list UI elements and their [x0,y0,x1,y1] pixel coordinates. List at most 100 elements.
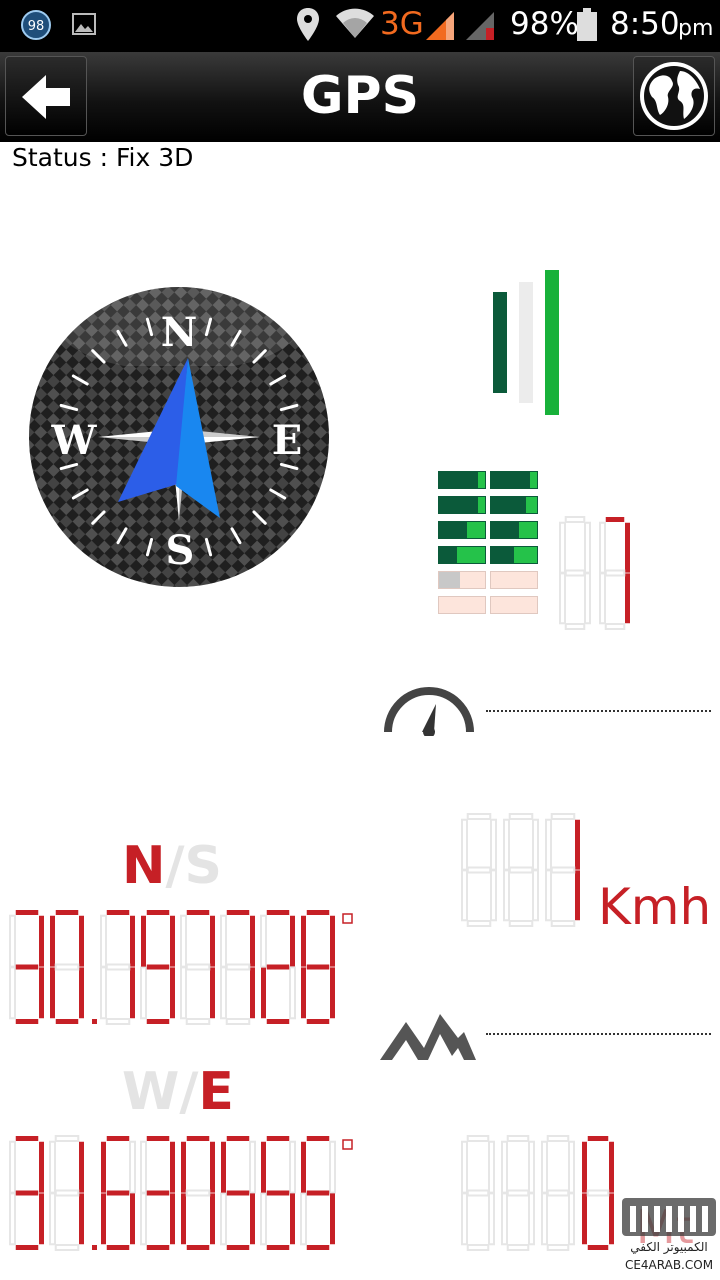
segment-lit [582,1141,587,1193]
compass-south-label: S [166,527,195,574]
notification-badge-icon: 98 [21,10,51,40]
segment-unlit [140,1192,147,1246]
segment-unlit [508,813,534,820]
satellite-signal-cell [490,521,538,539]
latitude-hemisphere: N/S [122,836,222,896]
segment-lit [625,573,630,624]
satellite-signal-cell [490,596,538,614]
segment-lit [39,1141,44,1193]
segment-unlit [604,569,626,577]
segment-lit [79,1193,84,1245]
segment-lit [55,910,79,915]
segment-lit [301,967,306,1019]
segment-unlit [49,1140,56,1194]
segment-unlit [289,966,296,1020]
segment-unlit [461,1192,468,1246]
segment-lit [582,1193,587,1245]
segment-lit [39,915,44,967]
segment-unlit [586,1189,610,1197]
segment-unlit [9,1140,16,1194]
segment-unlit [461,1140,468,1194]
segment-unlit [100,914,107,968]
segment-lit [130,967,135,1019]
segment-lit [39,967,44,1019]
signal-bar-1 [493,292,507,393]
segment-unlit [461,818,468,871]
segment-lit [186,1136,210,1141]
segment-unlit [260,914,267,968]
segment-lit [170,967,175,1019]
degree-symbol [342,913,353,924]
signal-bar-2 [519,282,533,403]
status-label: Status : [12,143,109,172]
segment-lit [625,522,630,573]
segment-lit [250,915,255,967]
segment-lit [15,1245,39,1250]
segment-lit [15,1190,39,1196]
segment-unlit [559,521,566,574]
segment-lit [146,1190,170,1196]
segment-unlit [506,1135,530,1142]
speedometer-icon [384,687,474,736]
segment-lit [605,517,625,522]
segment-unlit [140,966,147,1020]
segment-unlit [545,869,552,922]
segment-unlit [599,572,606,625]
segment-lit [146,964,170,970]
signal-strength-icon [426,12,454,40]
page-title: GPS [300,66,420,126]
segment-lit [226,1190,250,1196]
segment-unlit [180,966,187,1020]
segment-lit [575,819,580,870]
compass-dial: N S W E [29,286,329,587]
segment-lit [79,1141,84,1193]
segment-unlit [185,963,211,971]
segment-unlit [54,1189,80,1197]
segment-lit [146,1136,170,1141]
segment-lit [15,964,39,970]
latitude-active-hemisphere: N [122,836,166,896]
segment-lit [106,1136,130,1141]
segment-unlit [546,1135,570,1142]
satellite-signal-cell [490,471,538,489]
segment-unlit [506,1189,530,1197]
segment-unlit [220,966,227,1020]
segment-lit [210,1141,215,1193]
segment-lit [330,1193,335,1245]
segment-unlit [559,572,566,625]
segment-lit [146,1245,170,1250]
segment-lit [39,1193,44,1245]
segment-unlit [466,1244,490,1251]
segment-lit [226,1245,250,1250]
segment-unlit [604,623,626,630]
clock-suffix: pm [678,16,714,41]
wifi-icon [336,8,374,38]
latitude-separator: / [165,836,185,896]
satellite-signal-cell [438,471,486,489]
segment-lit [306,1019,330,1024]
segment-unlit [329,1140,336,1194]
watermark-logo-icon [622,1198,716,1236]
satellite-signal-cell [438,496,486,514]
segment-unlit [466,866,492,874]
segment-lit [261,967,266,1019]
clock-time: 8:50 [610,6,680,42]
segment-unlit [564,569,586,577]
battery-percent: 98% [510,6,579,42]
segment-unlit [54,1244,80,1251]
segment-lit [250,967,255,1019]
segment-lit [101,1193,106,1245]
segment-lit [146,1019,170,1024]
mountain-altitude-icon [380,1014,476,1060]
segment-lit [266,910,290,915]
segment-lit [609,1141,614,1193]
segment-unlit [461,869,468,922]
segment-unlit [49,1192,56,1246]
segment-lit [330,967,335,1019]
globe-button[interactable] [633,56,715,136]
segment-unlit [506,1244,530,1251]
satellite-signal-cell [438,571,486,589]
segment-unlit [528,1192,535,1246]
satellite-signal-cell [438,546,486,564]
segment-unlit [568,1140,575,1194]
